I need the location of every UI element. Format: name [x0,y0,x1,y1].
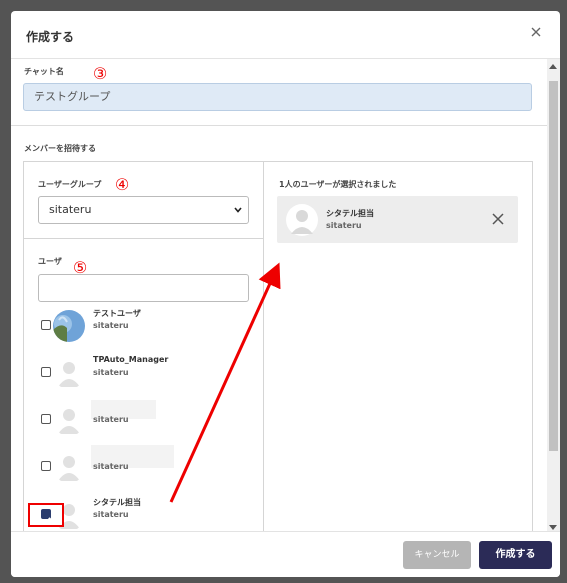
checkbox-highlight-box [28,503,64,527]
create-button[interactable]: 作成する [479,541,552,569]
scroll-up-icon[interactable] [549,64,557,69]
default-avatar-icon [53,451,85,483]
annotation-3: ③ [90,64,110,84]
selected-user-name: シタテル担当 [326,209,374,218]
user-name: テストユーザ [93,309,141,318]
modal-header: 作成する [11,11,560,59]
default-avatar-icon [286,204,318,236]
scroll-thumb[interactable] [549,81,558,451]
annotation-3-text: ③ [92,64,108,83]
user-checkbox[interactable] [41,461,51,471]
user-group-select[interactable]: sitateru [38,196,249,224]
user-group-label: ユーザーグループ [38,180,102,189]
panel-divider [263,161,264,537]
user-row[interactable]: テストユーザ sitateru [39,304,259,348]
user-org: sitateru [93,510,129,519]
user-org: sitateru [93,462,129,471]
user-row[interactable]: sitateru [39,398,259,442]
user-checkbox[interactable] [41,414,51,424]
annotation-4: ④ [112,175,132,195]
create-chat-modal: 作成する チャット名 ③ テストグループ メンバーを招待する ユーザーグループ … [11,11,560,577]
user-row[interactable]: TPAuto_Manager sitateru [39,351,259,395]
selected-count-title: 1人のユーザーが選択されました [279,180,397,189]
user-org: sitateru [93,415,129,424]
modal-scrollbar[interactable] [547,59,560,537]
default-avatar-icon [53,404,85,436]
user-name: シタテル担当 [93,498,141,507]
close-icon[interactable] [527,23,545,41]
user-org: sitateru [93,321,129,330]
users-label: ユーザ [38,257,62,266]
user-org: sitateru [93,368,129,377]
user-search-input[interactable] [38,274,249,302]
photo-avatar [53,310,85,342]
chat-name-input[interactable]: テストグループ [23,83,532,111]
user-name: TPAuto_Manager [93,355,169,364]
section-divider [11,125,551,126]
user-row[interactable]: sitateru [39,445,259,489]
default-avatar-icon [53,357,85,389]
selected-user-card: シタテル担当 sitateru [277,196,518,243]
selected-user-org: sitateru [326,221,362,230]
user-checkbox[interactable] [41,367,51,377]
cancel-button[interactable]: キャンセル [403,541,471,569]
remove-user-icon[interactable] [491,212,505,226]
scroll-down-icon[interactable] [549,525,557,530]
modal-footer: キャンセル 作成する [11,531,560,577]
invite-members-label: メンバーを招待する [24,144,96,153]
user-checkbox[interactable] [41,320,51,330]
modal-title: 作成する [26,30,75,44]
chevron-down-icon [234,207,242,213]
chat-name-label: チャット名 [24,67,64,76]
user-group-selected-value: sitateru [49,203,92,216]
annotation-4-text: ④ [114,175,130,194]
